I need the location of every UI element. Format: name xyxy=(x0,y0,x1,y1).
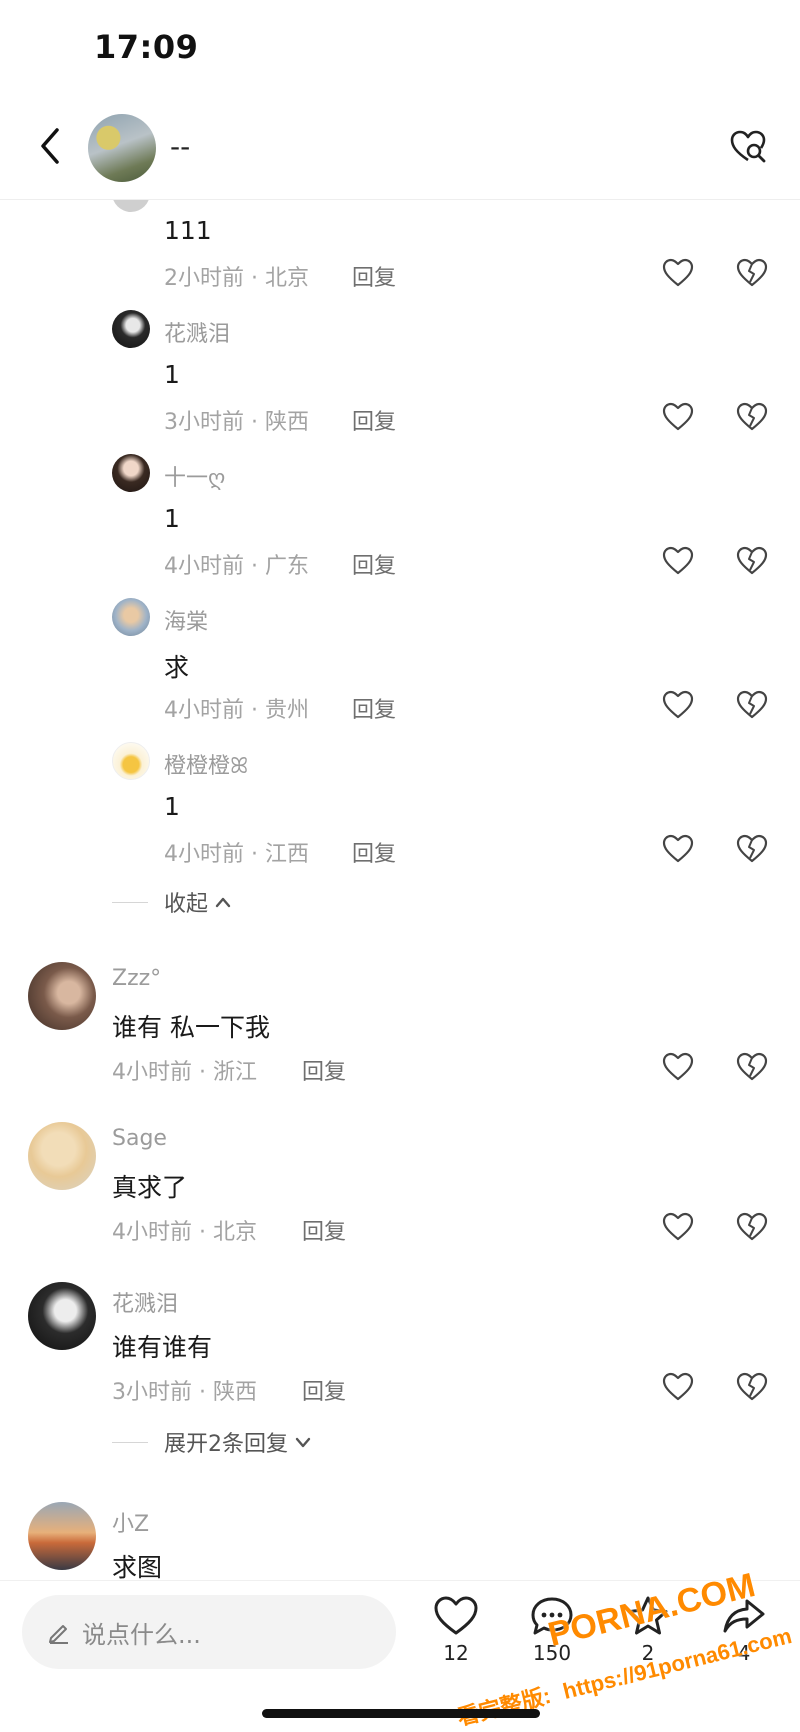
reply-username[interactable]: 花溅泪 xyxy=(164,316,230,348)
avatar[interactable] xyxy=(28,1282,96,1350)
heart-icon[interactable] xyxy=(662,258,694,288)
broken-heart-icon[interactable] xyxy=(736,546,768,576)
share-button[interactable]: 4 xyxy=(712,1595,776,1685)
collapse-replies-button[interactable]: 收起 xyxy=(112,886,232,918)
header: -- xyxy=(0,96,800,200)
reply-text: 1 xyxy=(164,792,180,821)
comment-text: 谁有谁有 xyxy=(112,1333,213,1362)
reply-username[interactable]: 十一ღ xyxy=(164,460,225,492)
star-icon xyxy=(628,1596,668,1635)
header-avatar[interactable] xyxy=(88,114,156,182)
status-time: 17:09 xyxy=(94,28,199,66)
comment-text: 求图 xyxy=(112,1553,163,1580)
pencil-icon xyxy=(49,1625,68,1644)
comment-meta: 4小时前 · 北京 xyxy=(112,1220,257,1245)
reply-text: 111 xyxy=(164,216,212,245)
reply-button[interactable]: 回复 xyxy=(352,836,396,868)
broken-heart-icon[interactable] xyxy=(736,834,768,864)
heart-icon[interactable] xyxy=(662,546,694,576)
watermark-tagline: 看完整版: xyxy=(454,1682,554,1731)
avatar[interactable] xyxy=(112,454,150,492)
avatar[interactable] xyxy=(112,742,150,780)
expand-label: 展开2条回复 xyxy=(164,1432,288,1457)
avatar[interactable] xyxy=(112,200,150,212)
divider xyxy=(112,1441,148,1443)
search-heart-icon xyxy=(730,130,766,163)
back-button[interactable] xyxy=(30,122,70,170)
broken-heart-icon[interactable] xyxy=(736,1212,768,1242)
reply-button[interactable]: 回复 xyxy=(302,1214,346,1246)
comment-count: 150 xyxy=(532,1641,572,1665)
reply-button[interactable]: 回复 xyxy=(352,692,396,724)
favorite-button[interactable]: 2 xyxy=(616,1595,680,1685)
reply-button[interactable]: 回复 xyxy=(302,1374,346,1406)
reply-username[interactable]: 海棠 xyxy=(164,604,208,636)
comment-text: 谁有 私一下我 xyxy=(112,1013,270,1042)
bottom-bar: 说点什么... 12 150 2 4 PORNA.COM https://91p… xyxy=(0,1566,800,1732)
avatar[interactable] xyxy=(112,310,150,348)
comment-text: 真求了 xyxy=(112,1173,188,1202)
reply-button[interactable]: 回复 xyxy=(302,1054,346,1086)
broken-heart-icon[interactable] xyxy=(736,1372,768,1402)
broken-heart-icon[interactable] xyxy=(736,1052,768,1082)
comment-input-placeholder: 说点什么... xyxy=(82,1620,201,1649)
avatar[interactable] xyxy=(28,962,96,1030)
comment-meta: 3小时前 · 陕西 xyxy=(112,1380,257,1405)
expand-replies-button[interactable]: 展开2条回复 xyxy=(112,1426,312,1458)
comment-username[interactable]: 小Z xyxy=(112,1506,149,1538)
comment-username[interactable]: Sage xyxy=(112,1126,167,1151)
like-count: 12 xyxy=(443,1641,469,1665)
heart-icon[interactable] xyxy=(662,1212,694,1242)
avatar[interactable] xyxy=(28,1122,96,1190)
reply-meta: 4小时前 · 江西 xyxy=(164,842,309,867)
status-bar: 17:09 xyxy=(0,0,800,96)
home-indicator xyxy=(262,1709,540,1718)
broken-heart-icon[interactable] xyxy=(736,690,768,720)
comment-input[interactable]: 说点什么... xyxy=(22,1595,396,1669)
broken-heart-icon[interactable] xyxy=(736,402,768,432)
reply-meta: 3小时前 · 陕西 xyxy=(164,410,309,435)
chat-bubble-icon xyxy=(531,1597,573,1635)
reply-button[interactable]: 回复 xyxy=(352,260,396,292)
avatar[interactable] xyxy=(112,598,150,636)
heart-icon[interactable] xyxy=(662,1052,694,1082)
broken-heart-icon[interactable] xyxy=(736,258,768,288)
share-count: 4 xyxy=(737,1641,751,1665)
header-title: -- xyxy=(170,130,191,163)
header-search-button[interactable] xyxy=(728,126,772,170)
comment-username[interactable]: Zzz° xyxy=(112,966,161,991)
chevron-down-icon xyxy=(295,1437,311,1448)
chevron-left-icon xyxy=(41,128,59,164)
reply-button[interactable]: 回复 xyxy=(352,404,396,436)
comment-list[interactable]: 111 2小时前 · 北京 回复 花溅泪 1 3小时前 · 陕西 回复 十一ღ … xyxy=(0,200,800,1580)
like-button[interactable]: 12 xyxy=(424,1595,488,1685)
heart-icon xyxy=(434,1596,478,1635)
share-icon xyxy=(723,1599,765,1633)
comment-button[interactable]: 150 xyxy=(520,1595,584,1685)
heart-icon[interactable] xyxy=(662,1372,694,1402)
reply-text: 1 xyxy=(164,504,180,533)
favorite-count: 2 xyxy=(641,1641,655,1665)
reply-meta: 2小时前 · 北京 xyxy=(164,266,309,291)
divider xyxy=(112,901,148,903)
reply-meta: 4小时前 · 贵州 xyxy=(164,698,309,723)
heart-icon[interactable] xyxy=(662,690,694,720)
chevron-up-icon xyxy=(215,897,231,908)
comment-username[interactable]: 花溅泪 xyxy=(112,1286,178,1318)
reply-text: 1 xyxy=(164,360,180,389)
heart-icon[interactable] xyxy=(662,834,694,864)
reply-text: 求 xyxy=(164,653,190,682)
comment-meta: 4小时前 · 浙江 xyxy=(112,1060,257,1085)
reply-button[interactable]: 回复 xyxy=(352,548,396,580)
heart-icon[interactable] xyxy=(662,402,694,432)
avatar[interactable] xyxy=(28,1502,96,1570)
collapse-label: 收起 xyxy=(164,892,209,917)
reply-meta: 4小时前 · 广东 xyxy=(164,554,309,579)
reply-username[interactable]: 橙橙橙ꕤ xyxy=(164,748,248,780)
